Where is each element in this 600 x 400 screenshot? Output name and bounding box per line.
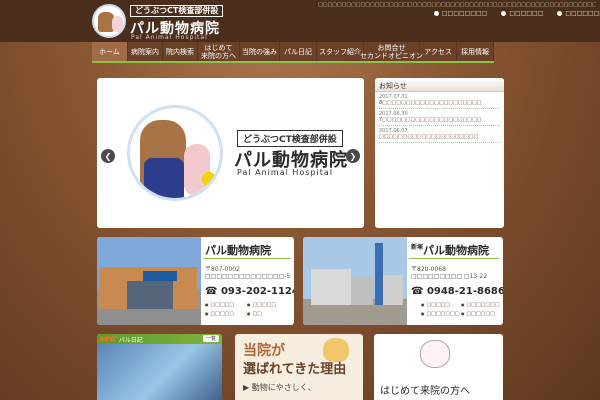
diary-list-button[interactable]: 一覧 (202, 335, 219, 342)
nav-access[interactable]: アクセス (420, 42, 457, 61)
branch-link[interactable]: □□□□□□□ (421, 311, 460, 317)
branch-card-main: パル動物病院 〒807-0002 □□□□□□□□□□□□□□-5 ☎ 093-… (97, 237, 294, 325)
first-visit-label: はじめて来院の方へ (380, 386, 470, 397)
branch-link[interactable]: □□□□□ (421, 302, 451, 308)
main-nav: ホーム 病院案内 院内検索 はじめて 来院の方へ 当院の強み パル日記 スタッフ紹… (92, 42, 494, 63)
rabbit-mascot-icon (420, 340, 450, 368)
news-item[interactable]: 2017.07.31 8□□□□□□□□□□□□□□□□□□□□□ (379, 92, 500, 109)
nav-strengths[interactable]: 当院の強み (240, 42, 280, 61)
branch-address: □□□□□□□□□□□□□□-5 (205, 273, 291, 280)
building-photo (97, 237, 201, 325)
slider-next-icon[interactable]: ❯ (346, 149, 360, 163)
hero-slider: どうぶつCT検査部併設 パル動物病院 Pal Animal Hospital ❮… (97, 78, 364, 228)
nav-facility-exam[interactable]: 院内検索 (163, 42, 198, 61)
logo-subtitle: Pal Animal Hospital (131, 34, 208, 41)
slider-ct-label: どうぶつCT検査部併設 (237, 130, 343, 147)
logo-mascot-icon (92, 4, 126, 38)
reason-banner[interactable]: 当院が 選ばれてきた理由 ▶ 動物にやさしく、 (235, 334, 363, 400)
slider-hospital-subtitle: Pal Animal Hospital (237, 168, 333, 177)
nav-first-visit[interactable]: はじめて 来院の方へ (198, 42, 240, 61)
slider-prev-icon[interactable]: ❮ (101, 149, 115, 163)
first-visit-banner[interactable]: はじめて来院の方へ (374, 334, 503, 400)
branch-name: パル動物病院 (205, 244, 271, 257)
diary-title: パル日記 (118, 336, 143, 344)
branch-link[interactable]: □□□□□ (205, 302, 235, 308)
site-logo[interactable]: どうぶつCT検査部併設 パル動物病院 Pal Animal Hospital (92, 4, 282, 41)
news-panel: お知らせ 2017.07.31 8□□□□□□□□□□□□□□□□□□□□□ 2… (375, 78, 504, 228)
header-tagline: □□□□□□□□□□□□□□□□□□□□□□□□□□□□□□□□□□□□□□□□… (318, 2, 596, 8)
header-links: □□□□□□□□ □□□□□□ □□□□□□□□ (434, 10, 600, 17)
news-text[interactable]: 8□□□□□□□□□□□□□□□□□□□□□ (379, 100, 500, 106)
new-badge: NEW (100, 335, 116, 343)
branch-phone[interactable]: ☎ 093-202-1124 (205, 286, 294, 297)
branch-link[interactable]: □□□□□□□ (461, 302, 500, 308)
news-item[interactable]: 2017.06.07 □□□□□□□□□□□□□□□□□□□□□ (379, 126, 500, 143)
logo-ct-label: どうぶつCT検査部併設 (130, 5, 224, 17)
nav-hospital-info[interactable]: 病院案内 (128, 42, 163, 61)
branch-zip: 〒807-0002 (205, 266, 240, 273)
news-text[interactable]: 7□□□□□□□□□□□□□□□□□□□□□ (379, 117, 500, 123)
news-text[interactable]: □□□□□□□□□□□□□□□□□□□□□ (379, 134, 500, 140)
header-link-2[interactable]: □□□□□□ (501, 10, 543, 17)
reason-line-3: ▶ 動物にやさしく、 (243, 383, 316, 392)
branch-link[interactable]: □□ (247, 311, 262, 317)
branch-link[interactable]: □□□□□□ (461, 311, 495, 317)
branch-zip: 〒820-0068 (411, 266, 446, 273)
bullet-icon (434, 11, 439, 16)
branch-link[interactable]: □□□□□ (247, 302, 277, 308)
header-link-1[interactable]: □□□□□□□□ (434, 10, 487, 17)
branch-link[interactable]: □□□□□ (205, 311, 235, 317)
nav-home[interactable]: ホーム (92, 42, 128, 61)
bullet-icon (501, 11, 507, 16)
news-title: お知らせ (375, 78, 504, 92)
news-item[interactable]: 2017.06.30 7□□□□□□□□□□□□□□□□□□□□□ (379, 109, 500, 126)
mascot-logo-image (127, 105, 223, 201)
nav-contact[interactable]: お問合せ セカンドオピニオン (360, 42, 423, 61)
branch-address: □□□□□□□□□ □13-22 (411, 273, 488, 280)
card-divider (409, 258, 499, 259)
reason-line-1: 当院が (243, 343, 285, 359)
diary-panel[interactable]: NEW パル日記 一覧 (97, 334, 222, 400)
nav-recruit[interactable]: 採用情報 (457, 42, 494, 61)
card-divider (203, 258, 291, 259)
bullet-icon (557, 11, 563, 16)
branch-phone[interactable]: ☎ 0948-21-8686 (411, 286, 503, 297)
diary-photo (97, 344, 222, 400)
site-header: どうぶつCT検査部併設 パル動物病院 Pal Animal Hospital □… (0, 0, 600, 42)
nav-diary[interactable]: パル日記 (280, 42, 317, 61)
branch-name: 新塚パル動物病院 (411, 244, 490, 257)
header-link-3[interactable]: □□□□□□□□ (557, 10, 600, 17)
branch-card-iizuka: 新塚パル動物病院 〒820-0068 □□□□□□□□□ □13-22 ☎ 09… (303, 237, 503, 325)
building-photo (303, 237, 407, 325)
reason-line-2: 選ばれてきた理由 (243, 362, 347, 377)
nav-staff[interactable]: スタッフ紹介 (317, 42, 364, 61)
